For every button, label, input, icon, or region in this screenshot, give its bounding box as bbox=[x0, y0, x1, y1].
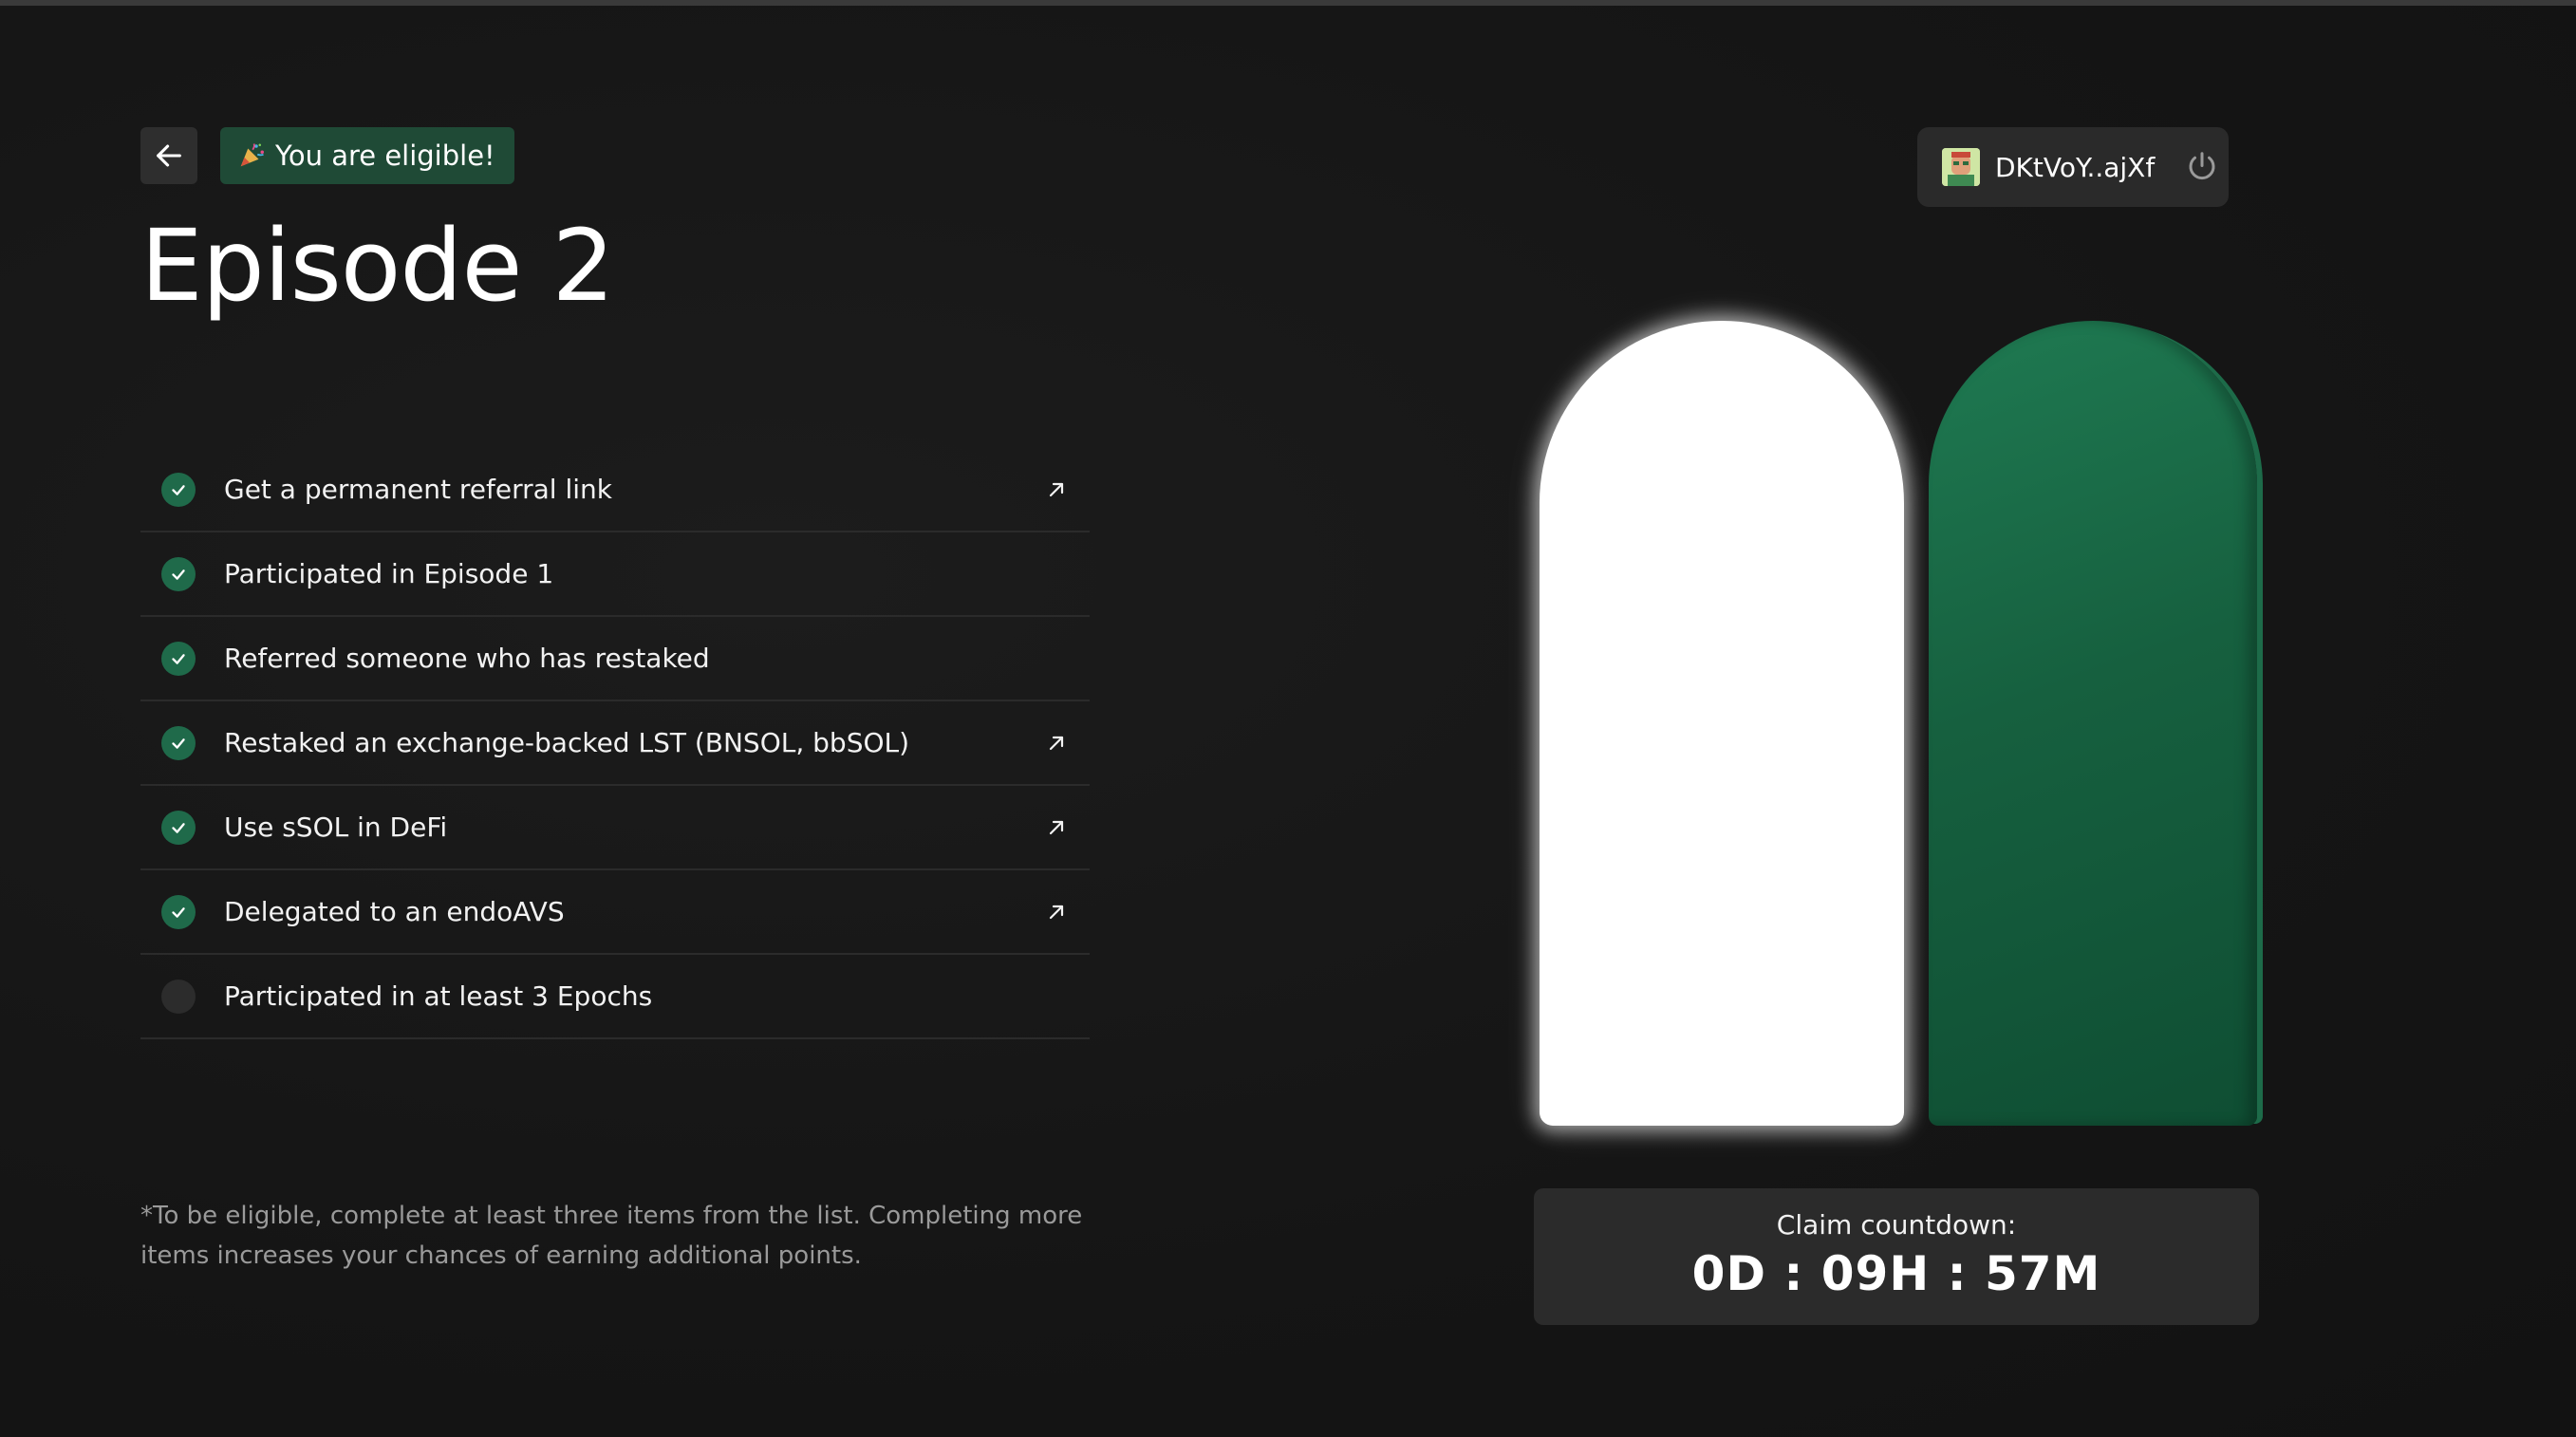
page-title: Episode 2 bbox=[140, 208, 615, 324]
arrow-up-right-icon[interactable] bbox=[1044, 731, 1069, 756]
green-arch-card bbox=[1929, 321, 2257, 1126]
task-label: Participated in Episode 1 bbox=[224, 558, 554, 589]
task-row[interactable]: Restaked an exchange-backed LST (BNSOL, … bbox=[140, 701, 1090, 786]
task-row: Participated in Episode 1 bbox=[140, 532, 1090, 617]
top-border bbox=[0, 0, 2576, 6]
eligible-badge-label: You are eligible! bbox=[275, 140, 495, 172]
back-button[interactable] bbox=[140, 127, 197, 184]
check-icon bbox=[161, 472, 196, 507]
task-label: Restaked an exchange-backed LST (BNSOL, … bbox=[224, 727, 910, 758]
arrow-up-right-icon[interactable] bbox=[1044, 815, 1069, 840]
avatar-icon bbox=[1942, 148, 1980, 186]
arrow-up-right-icon[interactable] bbox=[1044, 900, 1069, 924]
countdown-value: 0D : 09H : 57M bbox=[1691, 1246, 2101, 1301]
arrow-left-icon bbox=[157, 144, 181, 167]
task-label: Use sSOL in DeFi bbox=[224, 812, 448, 843]
claim-countdown: Claim countdown: 0D : 09H : 57M bbox=[1534, 1188, 2259, 1325]
power-icon bbox=[2189, 152, 2215, 180]
task-row: Participated in at least 3 Epochs bbox=[140, 955, 1090, 1039]
task-label: Delegated to an endoAVS bbox=[224, 896, 565, 927]
task-list: Get a permanent referral link Participate… bbox=[140, 448, 1090, 1039]
check-icon bbox=[161, 641, 196, 676]
wallet-chip[interactable]: DKtVoY..ajXf bbox=[1917, 127, 2229, 207]
check-icon bbox=[161, 810, 196, 845]
empty-circle-icon bbox=[161, 979, 196, 1014]
disconnect-button[interactable] bbox=[2183, 148, 2221, 186]
task-label: Get a permanent referral link bbox=[224, 474, 613, 505]
party-popper-icon bbox=[240, 143, 264, 167]
eligible-badge: You are eligible! bbox=[220, 127, 514, 184]
task-row[interactable]: Use sSOL in DeFi bbox=[140, 786, 1090, 870]
eligibility-footnote: *To be eligible, complete at least three… bbox=[140, 1202, 1083, 1270]
countdown-label: Claim countdown: bbox=[1776, 1209, 2017, 1241]
wallet-address: DKtVoY..ajXf bbox=[1995, 151, 2156, 183]
check-icon bbox=[161, 725, 196, 760]
task-row[interactable]: Delegated to an endoAVS bbox=[140, 870, 1090, 955]
task-label: Referred someone who has restaked bbox=[224, 643, 710, 674]
arrow-up-right-icon[interactable] bbox=[1044, 477, 1069, 502]
check-icon bbox=[161, 894, 196, 929]
task-row[interactable]: Get a permanent referral link bbox=[140, 448, 1090, 532]
check-icon bbox=[161, 556, 196, 591]
task-label: Participated in at least 3 Epochs bbox=[224, 980, 653, 1012]
white-arch-card bbox=[1540, 321, 1904, 1126]
page: You are eligible! Episode 2 DKtVoY..ajXf… bbox=[0, 0, 2576, 1437]
task-row: Referred someone who has restaked bbox=[140, 617, 1090, 701]
